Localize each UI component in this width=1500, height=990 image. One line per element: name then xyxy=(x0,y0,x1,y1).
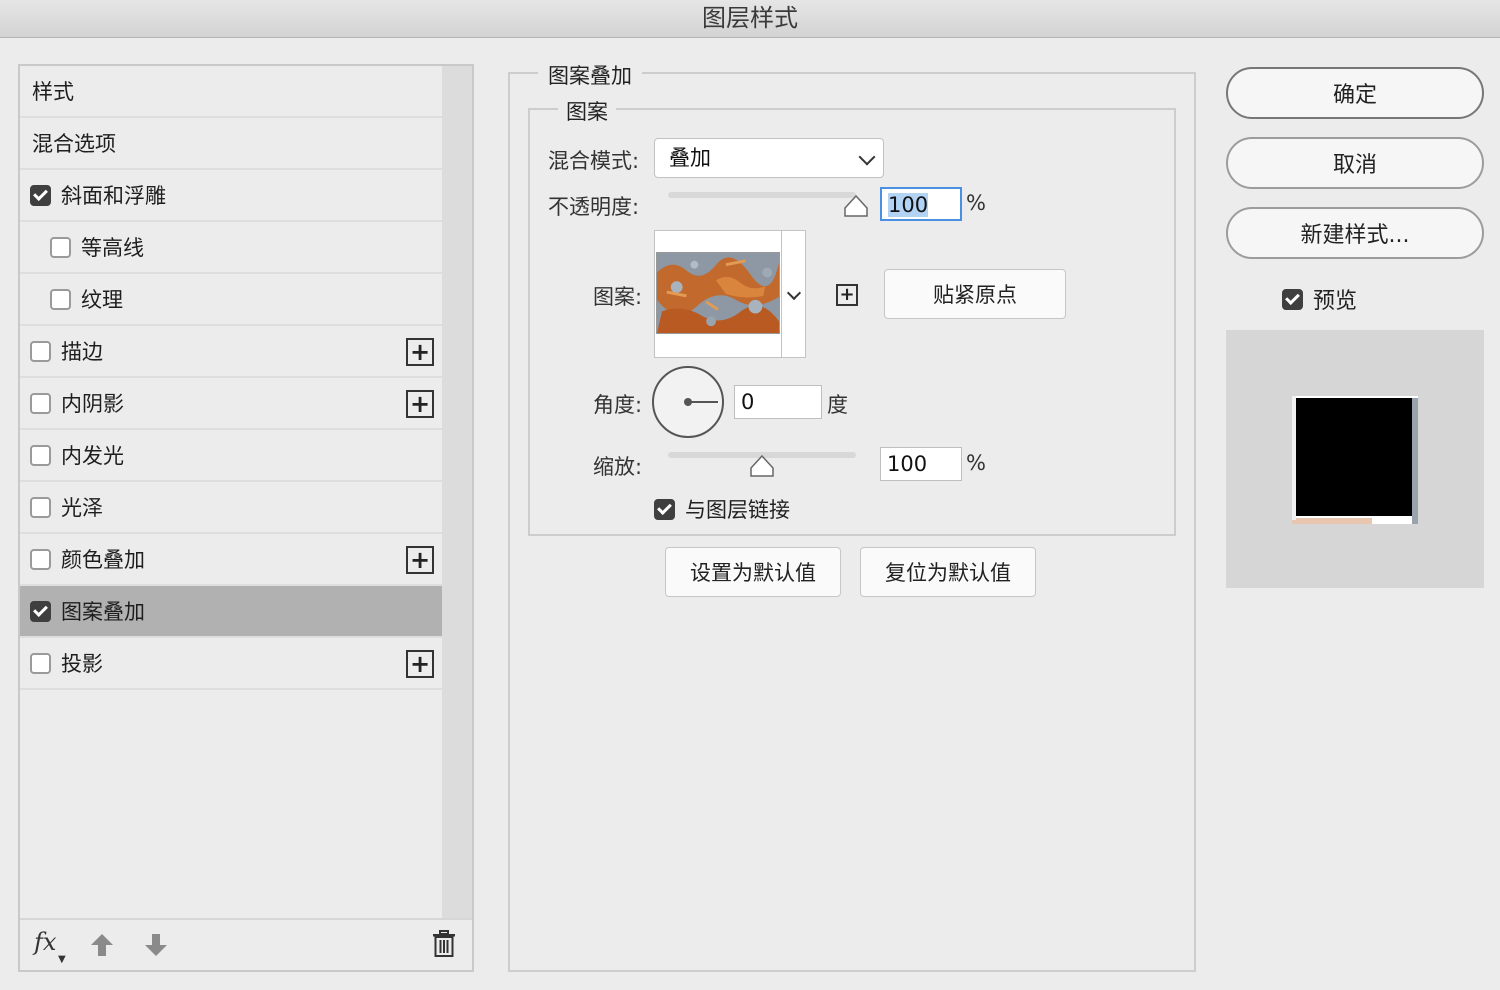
styles-list: 样式混合选项斜面和浮雕等高线纹理描边 + 内阴影 + 内发光光泽颜色叠加 + 图案叠加投影 + xyxy=(20,66,442,918)
scale-slider-thumb[interactable] xyxy=(749,455,775,477)
style-item-checkbox[interactable] xyxy=(30,184,51,206)
style-item-label: 内发光 xyxy=(61,444,124,468)
style-item-checkbox[interactable] xyxy=(30,340,51,362)
chevron-down-icon xyxy=(858,148,876,166)
style-item[interactable]: 描边 + xyxy=(20,326,442,378)
scale-input[interactable]: 100 xyxy=(880,447,962,481)
add-effect-icon[interactable]: + xyxy=(406,338,434,366)
angle-input[interactable]: 0 xyxy=(734,385,822,419)
group-title: 图案叠加 xyxy=(538,60,642,90)
pattern-swatch[interactable] xyxy=(656,252,780,334)
opacity-slider[interactable] xyxy=(668,192,856,198)
style-item-checkbox[interactable] xyxy=(30,392,51,414)
pattern-label: 图案: xyxy=(593,285,643,309)
fx-icon[interactable]: fx xyxy=(34,928,56,956)
angle-unit: 度 xyxy=(827,393,848,417)
style-item[interactable]: 等高线 xyxy=(20,222,442,274)
blend-mode-value: 叠加 xyxy=(669,146,711,170)
pattern-picker-divider xyxy=(781,230,782,358)
trash-icon[interactable] xyxy=(432,930,456,958)
opacity-label: 不透明度: xyxy=(548,195,640,219)
style-item[interactable]: 纹理 xyxy=(20,274,442,326)
checkbox-icon xyxy=(654,498,675,520)
style-item[interactable]: 斜面和浮雕 xyxy=(20,170,442,222)
preview-checkbox[interactable]: 预览 xyxy=(1282,283,1357,315)
scale-unit: % xyxy=(966,451,986,475)
checkbox-icon xyxy=(1282,288,1303,310)
styles-toolbar: fx ▼ xyxy=(20,918,472,970)
link-with-layer-checkbox[interactable]: 与图层链接 xyxy=(654,494,790,524)
style-item-label: 描边 xyxy=(61,340,103,364)
style-item[interactable]: 图案叠加 xyxy=(20,586,442,638)
style-preview xyxy=(1226,330,1484,588)
add-effect-icon[interactable]: + xyxy=(406,650,434,678)
opacity-input[interactable]: 100 xyxy=(880,187,962,221)
cancel-button[interactable]: 取消 xyxy=(1226,137,1484,189)
style-item-checkbox[interactable] xyxy=(30,444,51,466)
scale-value: 100 xyxy=(887,452,928,476)
blend-mode-label: 混合模式: xyxy=(548,149,640,173)
window-title: 图层样式 xyxy=(0,0,1500,38)
set-default-button[interactable]: 设置为默认值 xyxy=(665,547,841,597)
style-item[interactable]: 样式 xyxy=(20,66,442,118)
move-up-icon[interactable] xyxy=(90,932,114,958)
style-item-label: 光泽 xyxy=(61,496,103,520)
styles-list-scrollbar[interactable] xyxy=(442,66,472,918)
opacity-value: 100 xyxy=(888,193,929,217)
fx-menu-caret-icon[interactable]: ▼ xyxy=(58,954,66,965)
reset-default-button[interactable]: 复位为默认值 xyxy=(860,547,1036,597)
ok-button[interactable]: 确定 xyxy=(1226,67,1484,119)
opacity-unit: % xyxy=(966,191,986,215)
style-item-label: 内阴影 xyxy=(61,392,124,416)
style-item-label: 斜面和浮雕 xyxy=(61,184,166,208)
angle-label: 角度: xyxy=(593,393,643,417)
scale-label: 缩放: xyxy=(593,455,643,479)
style-item-checkbox[interactable] xyxy=(50,288,71,310)
move-down-icon[interactable] xyxy=(144,932,168,958)
style-item[interactable]: 投影 + xyxy=(20,638,442,690)
style-item-checkbox[interactable] xyxy=(30,496,51,518)
style-item-label: 等高线 xyxy=(81,236,144,260)
style-item-label: 样式 xyxy=(32,80,74,104)
link-with-layer-label: 与图层链接 xyxy=(685,498,790,522)
style-item-checkbox[interactable] xyxy=(30,652,51,674)
opacity-slider-thumb[interactable] xyxy=(843,195,869,217)
style-item-label: 纹理 xyxy=(81,288,123,312)
style-item-checkbox[interactable] xyxy=(30,548,51,570)
subgroup-title: 图案 xyxy=(558,96,616,126)
new-preset-icon[interactable]: + xyxy=(836,284,858,306)
add-effect-icon[interactable]: + xyxy=(406,546,434,574)
angle-value: 0 xyxy=(741,390,755,414)
style-item-label: 投影 xyxy=(61,652,103,676)
preview-label: 预览 xyxy=(1313,289,1358,314)
blend-mode-select[interactable]: 叠加 xyxy=(654,138,884,178)
style-item-checkbox[interactable] xyxy=(50,236,71,258)
add-effect-icon[interactable]: + xyxy=(406,390,434,418)
snap-to-origin-button[interactable]: 贴紧原点 xyxy=(884,269,1066,319)
style-item[interactable]: 光泽 xyxy=(20,482,442,534)
angle-dial-center xyxy=(684,398,692,406)
style-item[interactable]: 颜色叠加 + xyxy=(20,534,442,586)
new-style-button[interactable]: 新建样式... xyxy=(1226,207,1484,259)
style-item[interactable]: 内发光 xyxy=(20,430,442,482)
style-item-label: 图案叠加 xyxy=(61,600,145,624)
styles-list-panel: 样式混合选项斜面和浮雕等高线纹理描边 + 内阴影 + 内发光光泽颜色叠加 + 图案叠加投影 +… xyxy=(18,64,474,972)
style-item[interactable]: 混合选项 xyxy=(20,118,442,170)
preview-thumbnail xyxy=(1292,396,1418,524)
style-item-label: 颜色叠加 xyxy=(61,548,145,572)
style-item-checkbox[interactable] xyxy=(30,600,51,622)
style-item-label: 混合选项 xyxy=(32,132,116,156)
style-item[interactable]: 内阴影 + xyxy=(20,378,442,430)
